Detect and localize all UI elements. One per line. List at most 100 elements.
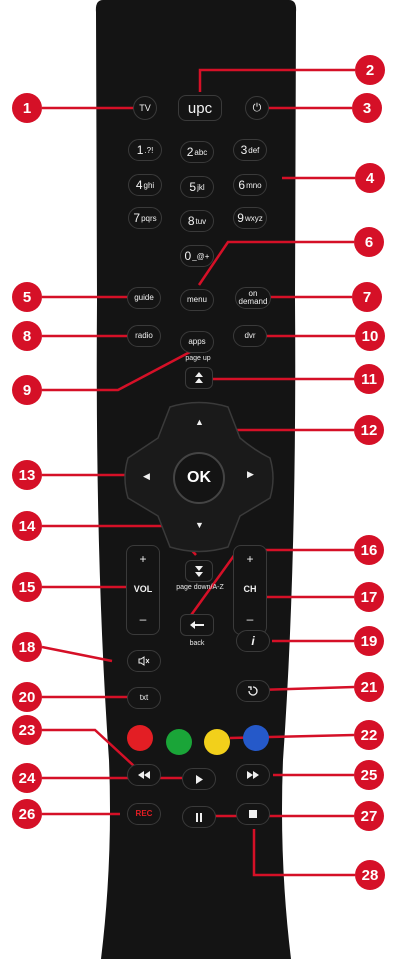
fast-forward-icon [247, 771, 259, 779]
pause-button[interactable] [182, 806, 216, 828]
page-down-button[interactable] [185, 560, 213, 582]
callout-badge-12: 12 [354, 415, 384, 445]
on-demand-button[interactable]: on demand [235, 287, 271, 309]
back-button[interactable] [180, 614, 214, 636]
record-button[interactable]: REC [127, 803, 161, 825]
callout-badge-14: 14 [12, 511, 42, 541]
callout-badge-10: 10 [355, 321, 385, 351]
radio-button[interactable]: radio [127, 325, 161, 347]
digit-5-button[interactable]: 5 jkl [180, 176, 214, 198]
callout-badge-8: 8 [12, 321, 42, 351]
upc-button[interactable]: upc [178, 95, 222, 121]
callout-badge-2: 2 [355, 55, 385, 85]
digit-label: 7 [133, 211, 141, 225]
channel-up[interactable]: + [234, 552, 266, 566]
callout-badge-11: 11 [354, 364, 384, 394]
digit-2-button[interactable]: 2 abc [180, 141, 214, 163]
volume-down[interactable]: – [127, 612, 159, 626]
ok-button[interactable]: OK [173, 452, 225, 504]
remote-diagram: TV upc ⏻ 1.?! 2 abc 3 def 4 ghi 5 jkl 6 mno 7… [0, 0, 393, 959]
digit-letters: def [248, 145, 260, 155]
page-up-label: page up [185, 355, 211, 362]
play-button[interactable] [182, 768, 216, 790]
callout-badge-25: 25 [354, 760, 384, 790]
page-down-label: page down/A-Z [176, 584, 224, 591]
volume-up[interactable]: + [127, 552, 159, 566]
dvr-button[interactable]: dvr [233, 325, 267, 347]
callout-badge-21: 21 [354, 672, 384, 702]
callout-badge-3: 3 [352, 93, 382, 123]
digit-8-button[interactable]: 8 tuv [180, 210, 214, 232]
digit-3-button[interactable]: 3 def [233, 139, 267, 161]
digit-label: 2 [186, 145, 194, 159]
digit-6-button[interactable]: 6 mno [233, 174, 267, 196]
stop-button[interactable] [236, 803, 270, 825]
txt-button[interactable]: txt [127, 687, 161, 709]
callout-badge-22: 22 [354, 720, 384, 750]
digit-9-button[interactable]: 9 wxyz [233, 207, 267, 229]
power-button[interactable]: ⏻ [245, 96, 269, 120]
yellow-button[interactable] [204, 729, 230, 755]
channel-label: CH [243, 584, 257, 594]
callout-badge-18: 18 [12, 632, 42, 662]
channel-down[interactable]: – [234, 612, 266, 626]
callout-badge-17: 17 [354, 582, 384, 612]
nav-left-arrow-icon[interactable]: ◀ [143, 471, 150, 482]
callout-badge-23: 23 [12, 715, 42, 745]
callout-badge-28: 28 [355, 860, 385, 890]
menu-button[interactable]: menu [180, 289, 214, 311]
callout-badge-27: 27 [354, 801, 384, 831]
mute-icon [138, 656, 150, 666]
digit-letters: mno [246, 180, 262, 190]
green-button[interactable] [166, 729, 192, 755]
page-up-icon [195, 372, 203, 383]
replay-button[interactable] [236, 680, 270, 702]
nav-down-arrow-icon[interactable]: ▼ [195, 520, 204, 530]
stop-icon [249, 810, 257, 818]
digit-7-button[interactable]: 7 pqrs [128, 207, 162, 229]
digit-label: 4 [135, 178, 143, 192]
rewind-icon [138, 771, 150, 779]
channel-rocker[interactable]: + CH – [233, 545, 267, 635]
back-arrow-icon [190, 621, 204, 629]
digit-1-button[interactable]: 1.?! [128, 139, 162, 161]
digit-letters: .?! [144, 145, 154, 155]
guide-button[interactable]: guide [127, 287, 161, 309]
blue-button[interactable] [243, 725, 269, 751]
callout-badge-16: 16 [354, 535, 384, 565]
page-up-button[interactable] [185, 367, 213, 389]
digit-letters: _@+ [192, 251, 210, 261]
fast-forward-button[interactable] [236, 764, 270, 786]
digit-label: 0 [184, 249, 192, 263]
nav-up-arrow-icon[interactable]: ▲ [195, 417, 204, 427]
replay-icon [248, 686, 258, 696]
digit-0-button[interactable]: 0 _@+ [180, 245, 214, 267]
tv-button[interactable]: TV [133, 96, 157, 120]
pause-icon [196, 812, 202, 822]
digit-letters: jkl [197, 182, 205, 192]
play-icon [196, 774, 203, 784]
callout-badge-19: 19 [354, 626, 384, 656]
nav-right-arrow-icon[interactable]: ▶ [247, 469, 254, 480]
volume-rocker[interactable]: + VOL – [126, 545, 160, 635]
digit-letters: abc [194, 147, 208, 157]
digit-label: 6 [238, 178, 246, 192]
callout-badge-15: 15 [12, 572, 42, 602]
apps-button[interactable]: apps [180, 331, 214, 353]
red-button[interactable] [127, 725, 153, 751]
digit-label: 9 [237, 211, 244, 225]
mute-button[interactable] [127, 650, 161, 672]
callout-badge-4: 4 [355, 163, 385, 193]
callout-badge-20: 20 [12, 682, 42, 712]
digit-letters: pqrs [141, 213, 157, 223]
callout-badge-9: 9 [12, 375, 42, 405]
callout-badge-13: 13 [12, 460, 42, 490]
callout-badge-26: 26 [12, 799, 42, 829]
volume-label: VOL [133, 584, 153, 594]
callout-badge-5: 5 [12, 282, 42, 312]
callout-badge-6: 6 [354, 227, 384, 257]
info-button[interactable]: i [236, 630, 270, 652]
rewind-button[interactable] [127, 764, 161, 786]
back-label: back [189, 640, 205, 647]
digit-4-button[interactable]: 4 ghi [128, 174, 162, 196]
